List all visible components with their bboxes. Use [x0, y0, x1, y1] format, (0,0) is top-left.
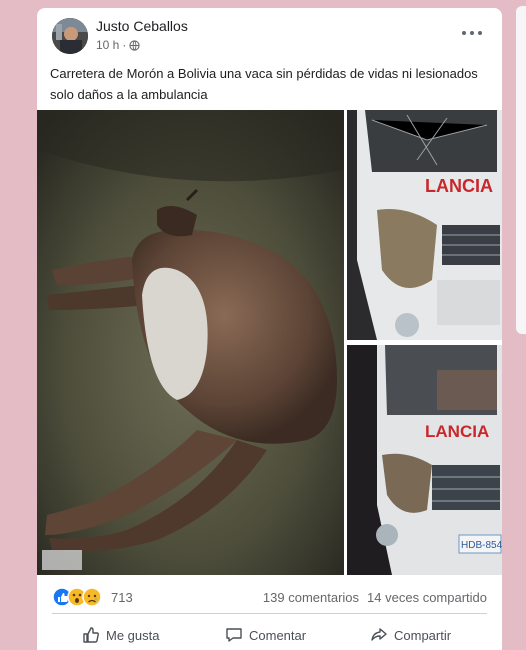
author-avatar[interactable]: [52, 18, 88, 54]
comment-count[interactable]: 139 comentarios: [263, 590, 359, 605]
photo-grid: LANCIA LANCIA HDB-854: [37, 110, 502, 575]
comment-icon: [226, 628, 242, 642]
ambulance-photo-bottom[interactable]: LANCIA HDB-854: [347, 345, 502, 575]
comment-label: Comentar: [249, 627, 307, 643]
meta-separator: ·: [122, 38, 127, 52]
like-button[interactable]: Me gusta: [82, 624, 159, 646]
post-meta: 10 h ·: [96, 38, 140, 52]
ambulance-photo-top[interactable]: LANCIA: [347, 110, 502, 340]
license-plate: HDB-854: [461, 540, 502, 551]
thumbs-up-icon: [83, 627, 99, 643]
sad-reaction-icon: [82, 587, 102, 607]
share-label: Compartir: [394, 627, 452, 643]
reactions-bar: 713 139 comentarios 14 veces compartido: [37, 583, 502, 611]
reaction-icons[interactable]: [52, 587, 107, 607]
post-caption: Carretera de Morón a Bolivia una vaca si…: [50, 66, 478, 102]
share-icon: [371, 628, 387, 641]
divider: [52, 613, 487, 614]
side-panel-edge: [516, 6, 526, 334]
like-label: Me gusta: [106, 627, 160, 643]
cow-photo[interactable]: [37, 110, 344, 575]
ambulance-label-top: LANCIA: [425, 176, 493, 196]
share-count[interactable]: 14 veces compartido: [367, 590, 487, 605]
post-header: Justo Ceballos 10 h ·: [37, 8, 502, 63]
post-time[interactable]: 10 h: [96, 38, 119, 52]
globe-icon: [129, 39, 140, 51]
engagement-counts: 139 comentarios 14 veces compartido: [263, 590, 487, 605]
author-name[interactable]: Justo Ceballos: [96, 18, 188, 34]
share-button[interactable]: Compartir: [370, 624, 451, 646]
post-actions: Me gusta Comentar Compartir: [37, 620, 502, 650]
reaction-count[interactable]: 713: [111, 590, 133, 605]
comment-button[interactable]: Comentar: [225, 624, 306, 646]
facebook-post-card: Justo Ceballos 10 h · Carretera de Morón…: [37, 8, 502, 650]
ambulance-label-bottom: LANCIA: [425, 422, 489, 441]
more-options-icon[interactable]: [462, 28, 482, 38]
